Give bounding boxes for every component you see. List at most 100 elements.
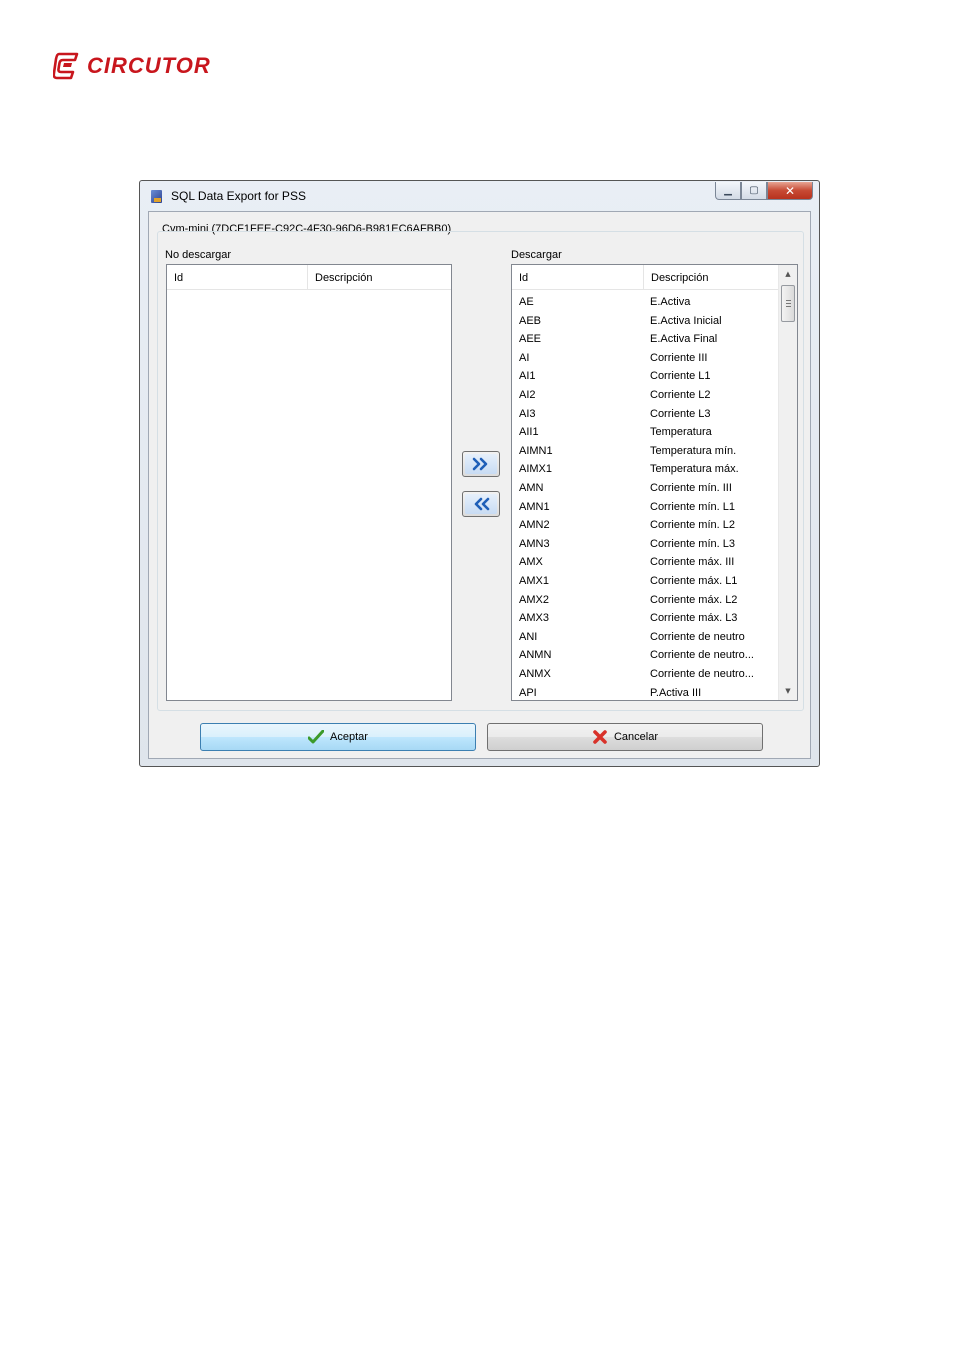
column-header-id[interactable]: Id	[167, 265, 307, 289]
list-item[interactable]: AEB E.Activa Inicial	[512, 312, 778, 331]
list-item[interactable]: AI Corriente III	[512, 349, 778, 368]
close-button[interactable]: ✕	[767, 182, 813, 200]
list-item-id: ANMN	[519, 649, 552, 662]
app-icon	[151, 190, 162, 203]
list-item-id: AEB	[519, 314, 542, 327]
list-item[interactable]: AMN Corriente mín. III	[512, 479, 778, 498]
list-item-id: AE	[519, 296, 534, 308]
list-item-id: ANMX	[519, 668, 551, 680]
list-item-id: AMN2	[519, 519, 550, 532]
move-to-no-download-button[interactable]	[462, 491, 500, 517]
column-header-description[interactable]: Descripción	[644, 265, 778, 289]
maximize-icon: ▢	[749, 185, 759, 196]
circutor-logo-icon	[53, 52, 79, 80]
maximize-button[interactable]: ▢	[741, 182, 767, 200]
list-item[interactable]: AIMN1 Temperatura mín.	[512, 442, 778, 461]
list-item-description: P.Activa III	[650, 686, 702, 699]
list-item-description: Temperatura	[650, 426, 712, 439]
list-item[interactable]: AMX1 Corriente máx. L1	[512, 572, 778, 591]
double-chevron-left-icon	[474, 497, 490, 511]
list-item-description: Corriente III	[650, 351, 708, 364]
list-item[interactable]: AEE E.Activa Final	[512, 330, 778, 349]
checkmark-icon	[308, 730, 325, 744]
minimize-button[interactable]: ▁	[715, 182, 741, 200]
list-item-description: E.Activa	[650, 296, 691, 308]
list-item[interactable]: ANMX Corriente de neutro...	[512, 665, 778, 684]
list-item[interactable]: AMN2 Corriente mín. L2	[512, 516, 778, 535]
list-item-id: AI1	[519, 370, 536, 383]
list-item[interactable]: AMN1 Corriente mín. L1	[512, 498, 778, 517]
scroll-down-arrow-icon[interactable]: ▼	[779, 683, 797, 699]
list-item-description: E.Activa Inicial	[650, 314, 722, 327]
cancel-label: Cancelar	[613, 731, 659, 743]
list-item-description: Corriente de neutro...	[650, 649, 754, 662]
vertical-scrollbar[interactable]: ▲ ▼	[778, 265, 797, 700]
double-chevron-right-icon	[472, 457, 488, 471]
list-item[interactable]: AMN3 Corriente mín. L3	[512, 535, 778, 554]
list-item-description: Corriente de neutro...	[650, 668, 754, 680]
circutor-logo: CIRCUTOR	[53, 51, 211, 81]
list-item-description: Corriente mín. L2	[650, 519, 735, 532]
download-label: Descargar	[511, 249, 562, 261]
list-item[interactable]: ANMN Corriente de neutro...	[512, 646, 778, 665]
list-item-description: Corriente mín. L3	[650, 537, 735, 550]
list-item-id: AIMX1	[519, 463, 553, 476]
list-item-description: Corriente máx. L2	[650, 593, 738, 606]
accept-button[interactable]: Aceptar	[200, 723, 476, 751]
list-item[interactable]: AI1 Corriente L1	[512, 367, 778, 386]
cancel-button[interactable]: Cancelar	[487, 723, 763, 751]
list-item-description: Corriente máx. III	[650, 556, 735, 569]
list-item-description: Corriente máx. L1	[650, 575, 738, 587]
list-item-description: E.Activa Final	[650, 333, 718, 346]
list-item-description: Temperatura máx.	[650, 463, 739, 476]
list-item[interactable]: AI3 Corriente L3	[512, 405, 778, 424]
list-item-id: AEE	[519, 333, 542, 346]
move-to-download-button[interactable]	[462, 451, 500, 477]
list-item[interactable]: AIMX1 Temperatura máx.	[512, 460, 778, 479]
list-item-description: Temperatura mín.	[650, 444, 737, 457]
export-dialog-window: SQL Data Export for PSS ▁ ▢ ✕ Cvm-mini (…	[139, 180, 820, 767]
list-item-id: AIMN1	[519, 444, 553, 457]
list-item[interactable]: AMX Corriente máx. III	[512, 553, 778, 572]
column-header-description[interactable]: Descripción	[308, 265, 451, 289]
list-item[interactable]: AMX3 Corriente máx. L3	[512, 609, 778, 628]
red-x-icon	[592, 729, 608, 745]
dialog-client-area: Cvm-mini (7DCF1FEE-C92C-4F30-96D6-B981EC…	[148, 211, 811, 759]
list-item[interactable]: AMX2 Corriente máx. L2	[512, 591, 778, 610]
list-item-id: ANI	[519, 630, 538, 643]
list-item[interactable]: AE E.Activa	[512, 293, 778, 312]
minimize-icon: ▁	[724, 185, 732, 196]
list-item-id: AMX3	[519, 612, 549, 625]
title-bar[interactable]: SQL Data Export for PSS ▁ ▢ ✕	[140, 181, 819, 211]
list-item-description: Corriente mín. L1	[650, 500, 735, 513]
list-item-id: AII1	[519, 426, 539, 439]
list-item[interactable]: ANI Corriente de neutro	[512, 628, 778, 647]
list-item-description: Corriente máx. L3	[650, 612, 738, 625]
list-item-id: AMN3	[519, 537, 550, 550]
list-item[interactable]: AII1 Temperatura	[512, 423, 778, 442]
list-item-description: Corriente L3	[650, 407, 711, 420]
column-header-id[interactable]: Id	[512, 265, 643, 289]
list-item-id: AMN1	[519, 500, 550, 513]
no-download-list-header: Id Descripción	[167, 265, 451, 290]
list-item[interactable]: AI2 Corriente L2	[512, 386, 778, 405]
list-item-id: API	[519, 686, 537, 699]
list-item-id: AMX1	[519, 575, 549, 587]
scrollbar-thumb[interactable]	[781, 285, 795, 322]
list-item[interactable]: API P.Activa III	[512, 684, 778, 700]
list-item-id: AMX2	[519, 593, 549, 606]
list-item-description: Corriente L1	[650, 370, 711, 383]
scroll-up-arrow-icon[interactable]: ▲	[779, 266, 797, 282]
list-item-id: AI2	[519, 389, 536, 401]
close-icon: ✕	[784, 183, 796, 198]
window-title: SQL Data Export for PSS	[171, 189, 306, 203]
list-item-description: Corriente L2	[650, 389, 711, 401]
list-item-id: AI	[519, 351, 530, 364]
download-list[interactable]: Id Descripción AE E.Activa AEB E.Activa Ini…	[511, 264, 798, 701]
list-item-id: AI3	[519, 407, 536, 420]
accept-label: Aceptar	[330, 731, 368, 743]
download-list-header: Id Descripción	[512, 265, 797, 290]
list-item-description: Corriente de neutro	[650, 630, 745, 643]
no-download-list[interactable]: Id Descripción	[166, 264, 452, 701]
list-item-id: AMN	[519, 482, 544, 494]
